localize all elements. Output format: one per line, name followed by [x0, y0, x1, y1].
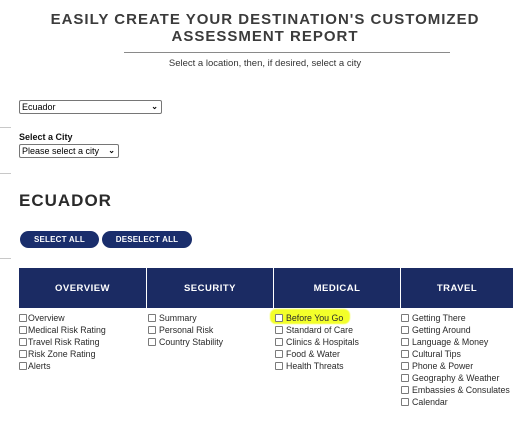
edge-divider: [0, 127, 11, 128]
chevron-down-icon: ⌄: [108, 146, 115, 155]
checkbox-icon[interactable]: [275, 326, 283, 334]
option-travel-risk-rating[interactable]: Travel Risk Rating: [19, 336, 106, 348]
option-medical-risk-rating[interactable]: Medical Risk Rating: [19, 324, 106, 336]
security-options: Summary Personal Risk Country Stability: [148, 312, 223, 348]
checkbox-icon[interactable]: [148, 326, 156, 334]
option-cultural-tips[interactable]: Cultural Tips: [401, 348, 510, 360]
travel-column-header: TRAVEL: [401, 268, 513, 308]
option-label: Phone & Power: [412, 361, 474, 371]
option-label: Getting Around: [412, 325, 471, 335]
overview-column-header: OVERVIEW: [19, 268, 146, 308]
option-label: Getting There: [412, 313, 466, 323]
checkbox-icon[interactable]: [19, 338, 27, 346]
option-personal-risk[interactable]: Personal Risk: [148, 324, 223, 336]
option-geography-weather[interactable]: Geography & Weather: [401, 372, 510, 384]
option-before-you-go[interactable]: Before You Go: [275, 312, 359, 324]
chevron-down-icon: ⌄: [151, 102, 158, 111]
option-label: Summary: [159, 313, 197, 323]
checkbox-icon[interactable]: [19, 362, 27, 370]
page-title-line-1: EASILY CREATE YOUR DESTINATION'S CUSTOMI…: [50, 11, 480, 28]
city-select[interactable]: Please select a city ⌄: [19, 144, 119, 158]
option-label: Clinics & Hospitals: [286, 337, 359, 347]
option-label: Embassies & Consulates: [412, 385, 510, 395]
checkbox-icon[interactable]: [401, 386, 409, 394]
option-clinics-hospitals[interactable]: Clinics & Hospitals: [275, 336, 359, 348]
option-label: Risk Zone Rating: [28, 349, 96, 359]
travel-options: Getting There Getting Around Language & …: [401, 312, 510, 408]
title-divider: [124, 52, 450, 53]
option-label: Calendar: [412, 397, 448, 407]
option-health-threats[interactable]: Health Threats: [275, 360, 359, 372]
option-standard-of-care[interactable]: Standard of Care: [275, 324, 359, 336]
option-calendar[interactable]: Calendar: [401, 396, 510, 408]
checkbox-icon[interactable]: [401, 362, 409, 370]
option-food-water[interactable]: Food & Water: [275, 348, 359, 360]
option-embassies-consulates[interactable]: Embassies & Consulates: [401, 384, 510, 396]
page-subtitle: Select a location, then, if desired, sel…: [168, 58, 362, 69]
checkbox-icon[interactable]: [19, 326, 27, 334]
checkbox-icon[interactable]: [401, 374, 409, 382]
checkbox-icon[interactable]: [401, 338, 409, 346]
city-select-value: Please select a city: [22, 146, 100, 156]
option-label: Overview: [28, 313, 65, 323]
page-title: EASILY CREATE YOUR DESTINATION'S CUSTOMI…: [30, 11, 500, 45]
checkbox-icon[interactable]: [401, 398, 409, 406]
option-risk-zone-rating[interactable]: Risk Zone Rating: [19, 348, 106, 360]
option-label: Alerts: [28, 361, 51, 371]
option-label: Language & Money: [412, 337, 489, 347]
select-all-button[interactable]: SELECT ALL: [20, 231, 99, 248]
checkbox-icon[interactable]: [275, 314, 283, 322]
option-summary[interactable]: Summary: [148, 312, 223, 324]
country-select-value: Ecuador: [22, 102, 56, 112]
option-label: Personal Risk: [159, 325, 214, 335]
page-title-line-2: ASSESSMENT REPORT: [171, 28, 359, 45]
checkbox-icon[interactable]: [19, 314, 27, 322]
edge-divider: [0, 173, 11, 174]
option-language-money[interactable]: Language & Money: [401, 336, 510, 348]
edge-divider: [0, 258, 11, 259]
option-label: Health Threats: [286, 361, 344, 371]
checkbox-icon[interactable]: [148, 314, 156, 322]
option-overview[interactable]: Overview: [19, 312, 106, 324]
country-heading: ECUADOR: [19, 191, 112, 210]
option-getting-there[interactable]: Getting There: [401, 312, 510, 324]
option-alerts[interactable]: Alerts: [19, 360, 106, 372]
checkbox-icon[interactable]: [401, 326, 409, 334]
checkbox-icon[interactable]: [275, 350, 283, 358]
medical-options: Before You Go Standard of Care Clinics &…: [275, 312, 359, 372]
option-getting-around[interactable]: Getting Around: [401, 324, 510, 336]
checkbox-icon[interactable]: [148, 338, 156, 346]
checkbox-icon[interactable]: [19, 350, 27, 358]
checkbox-icon[interactable]: [275, 362, 283, 370]
checkbox-icon[interactable]: [401, 350, 409, 358]
option-label: Cultural Tips: [412, 349, 461, 359]
overview-options: Overview Medical Risk Rating Travel Risk…: [19, 312, 106, 372]
security-column-header: SECURITY: [147, 268, 273, 308]
option-country-stability[interactable]: Country Stability: [148, 336, 223, 348]
option-label: Travel Risk Rating: [28, 337, 100, 347]
medical-column-header: MEDICAL: [274, 268, 400, 308]
option-label: Food & Water: [286, 349, 340, 359]
deselect-all-button[interactable]: DESELECT ALL: [102, 231, 192, 248]
option-label: Before You Go: [286, 313, 344, 323]
option-label: Standard of Care: [286, 325, 353, 335]
option-phone-power[interactable]: Phone & Power: [401, 360, 510, 372]
city-select-label: Select a City: [19, 132, 73, 142]
country-select[interactable]: Ecuador ⌄: [19, 100, 162, 114]
checkbox-icon[interactable]: [275, 338, 283, 346]
option-label: Country Stability: [159, 337, 224, 347]
option-label: Geography & Weather: [412, 373, 500, 383]
checkbox-icon[interactable]: [401, 314, 409, 322]
option-label: Medical Risk Rating: [28, 325, 106, 335]
